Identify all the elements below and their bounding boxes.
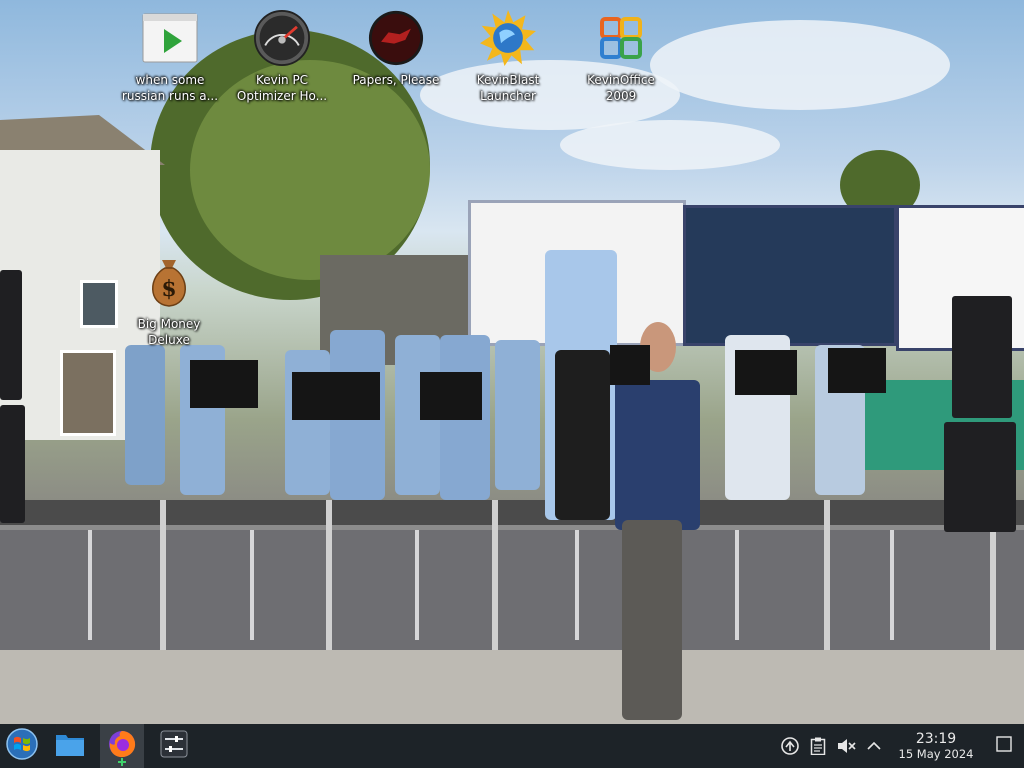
globe-sun-icon xyxy=(480,10,536,66)
chevron-up-icon[interactable] xyxy=(860,724,888,768)
system-tray: 23:19 15 May 2024 xyxy=(776,724,1024,768)
taskbar-clock[interactable]: 23:19 15 May 2024 xyxy=(888,731,984,762)
desktop-icon-papers-please[interactable]: Papers, Please xyxy=(346,10,446,88)
office-icon xyxy=(593,10,649,66)
desktop-icon-label: when some russian runs a... xyxy=(121,73,219,103)
firefox-icon xyxy=(106,728,138,766)
show-desktop-icon xyxy=(996,736,1012,756)
gauge-icon xyxy=(254,10,310,66)
desktop-icon-label: KevinOffice 2009 xyxy=(587,73,655,103)
network-icon[interactable] xyxy=(776,724,804,768)
start-button[interactable] xyxy=(0,724,44,768)
desktop-icon-kevin-pc-optimizer[interactable]: Kevin PC Optimizer Ho... xyxy=(232,10,332,104)
taskbar-file-manager[interactable] xyxy=(48,724,92,768)
show-desktop-button[interactable] xyxy=(984,724,1024,768)
clock-time: 23:19 xyxy=(915,730,957,747)
taskbar-firefox[interactable] xyxy=(100,724,144,768)
windows-start-icon xyxy=(6,728,38,764)
clock-date: 15 May 2024 xyxy=(898,746,974,761)
clipboard-icon[interactable] xyxy=(804,724,832,768)
desktop-icon-label: Big Money Deluxe xyxy=(137,317,201,347)
desktop-icon-big-money[interactable]: $ Big Money Deluxe xyxy=(119,254,219,348)
money-bag-icon: $ xyxy=(141,254,197,310)
taskbar-settings[interactable] xyxy=(152,724,196,768)
taskbar: 23:19 15 May 2024 xyxy=(0,724,1024,768)
papers-please-icon xyxy=(368,10,424,66)
svg-text:$: $ xyxy=(161,276,176,302)
desktop-icon-kevinblast-launcher[interactable]: KevinBlast Launcher xyxy=(458,10,558,104)
desktop-wallpaper xyxy=(0,0,1024,724)
video-file-icon xyxy=(142,10,198,66)
folder-icon xyxy=(55,731,85,761)
desktop-icon-label: KevinBlast Launcher xyxy=(476,73,540,103)
desktop-icon-label: Kevin PC Optimizer Ho... xyxy=(236,73,328,103)
sliders-icon xyxy=(160,730,188,762)
desktop-icon-label: Papers, Please xyxy=(352,73,440,87)
desktop-icon-video[interactable]: when some russian runs a... xyxy=(120,10,220,104)
volume-muted-icon[interactable] xyxy=(832,724,860,768)
desktop-icon-kevinoffice[interactable]: KevinOffice 2009 xyxy=(571,10,671,104)
